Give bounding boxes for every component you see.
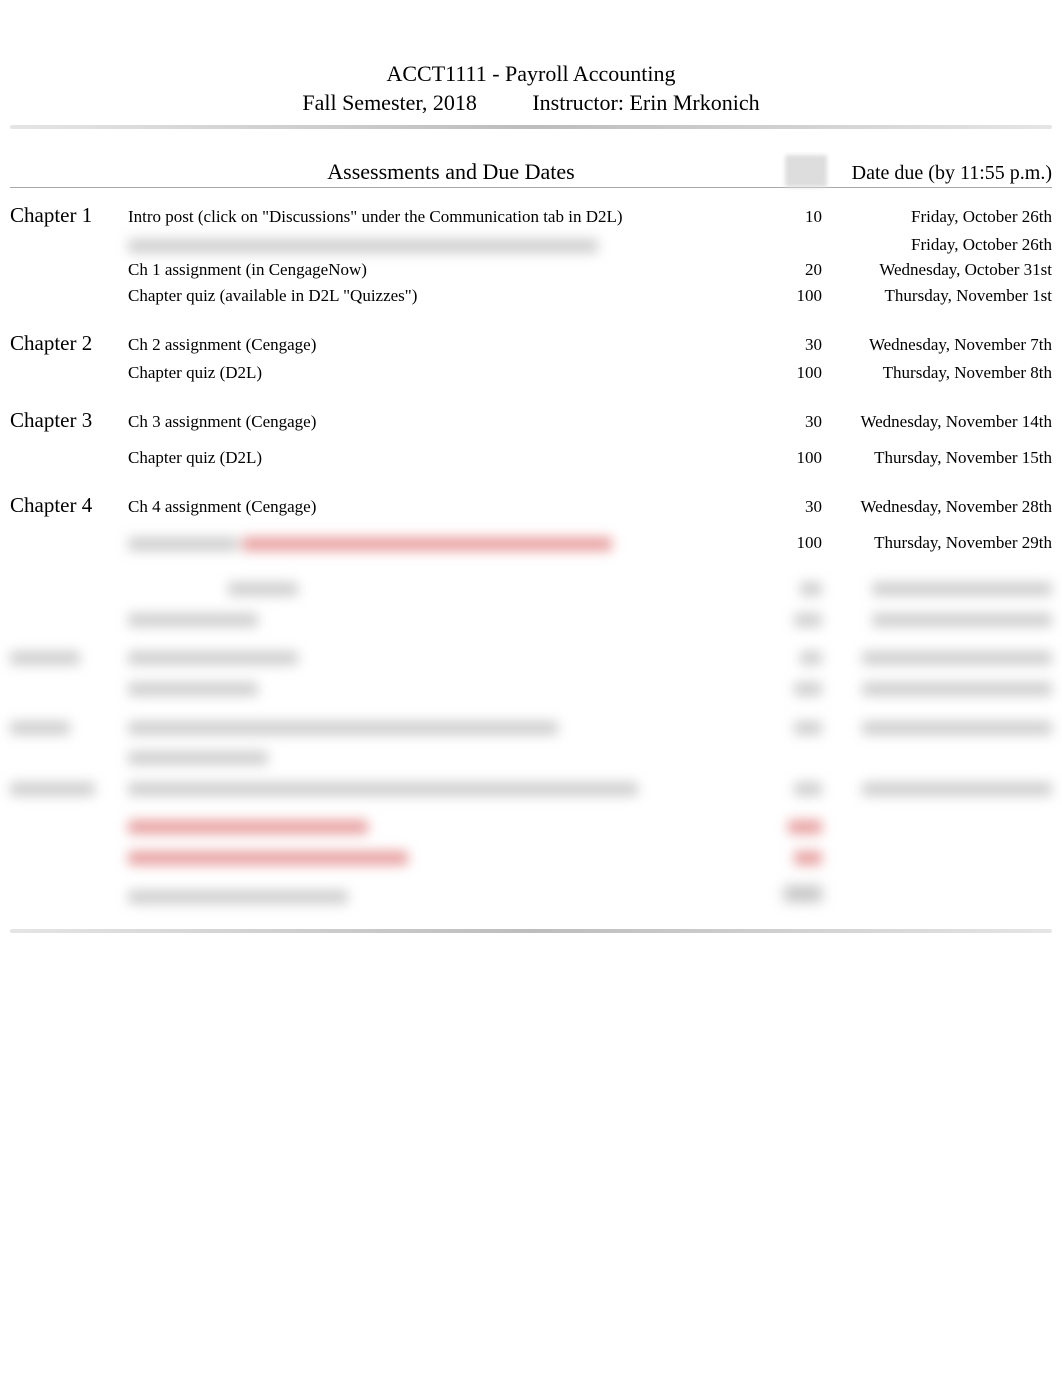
- due-date: Wednesday, October 31st: [832, 257, 1052, 283]
- assessment-desc: Ch 4 assignment (Cengage): [128, 494, 772, 520]
- due-date: Wednesday, November 7th: [832, 332, 1052, 358]
- assessment-desc: Ch 2 assignment (Cengage): [128, 332, 772, 358]
- due-date: Thursday, November 29th: [832, 530, 1052, 556]
- assessment-desc: Intro post (click on "Discussions" under…: [128, 204, 772, 230]
- table-row: Chapter 4 Ch 4 assignment (Cengage) 30 W…: [10, 488, 1052, 522]
- due-date: Thursday, November 1st: [832, 283, 1052, 309]
- due-date: Thursday, November 15th: [832, 445, 1052, 471]
- points-value: 10: [772, 204, 832, 230]
- divider-top: [10, 125, 1052, 129]
- due-date: Wednesday, November 14th: [832, 409, 1052, 435]
- assessment-desc: [128, 530, 772, 556]
- document-page: ACCT1111 - Payroll Accounting Fall Semes…: [0, 0, 1062, 933]
- due-date: Thursday, November 8th: [832, 360, 1052, 386]
- assessment-desc: Chapter quiz (D2L): [128, 445, 772, 471]
- points-value: 20: [772, 257, 832, 283]
- table-row: Chapter quiz (D2L) 100 Thursday, Novembe…: [10, 445, 1052, 471]
- chapter-label: Chapter 2: [10, 326, 128, 360]
- table-row: Chapter 1 Intro post (click on "Discussi…: [10, 198, 1052, 232]
- table-row: Ch 1 assignment (in CengageNow) 20 Wedne…: [10, 257, 1052, 283]
- points-value: 30: [772, 494, 832, 520]
- points-value: 100: [772, 283, 832, 309]
- course-header: ACCT1111 - Payroll Accounting Fall Semes…: [10, 60, 1052, 117]
- table-row: Friday, October 26th: [10, 232, 1052, 258]
- column-header-date: Date due (by 11:55 p.m.): [832, 162, 1052, 185]
- table-row: 100 Thursday, November 29th: [10, 530, 1052, 556]
- table-row: Chapter quiz (D2L) 100 Thursday, Novembe…: [10, 360, 1052, 386]
- schedule-rows: Chapter 1 Intro post (click on "Discussi…: [10, 198, 1052, 911]
- assessment-desc: [128, 232, 772, 258]
- column-header-row: Assessments and Due Dates Date due (by 1…: [10, 159, 1052, 188]
- points-value: 30: [772, 409, 832, 435]
- chapter-label: Chapter 1: [10, 198, 128, 232]
- chapter-label: Chapter 3: [10, 403, 128, 437]
- semester: Fall Semester, 2018: [302, 89, 477, 118]
- assessment-desc: Chapter quiz (D2L): [128, 360, 772, 386]
- table-row: Chapter quiz (available in D2L "Quizzes"…: [10, 283, 1052, 309]
- blurred-region: [10, 573, 1052, 911]
- points-value: 30: [772, 332, 832, 358]
- due-date: Friday, October 26th: [832, 232, 1052, 258]
- instructor: Instructor: Erin Mrkonich: [532, 89, 759, 118]
- points-value: 100: [772, 530, 832, 556]
- divider-bottom: [10, 929, 1052, 933]
- due-date: Wednesday, November 28th: [832, 494, 1052, 520]
- points-value: 100: [772, 360, 832, 386]
- table-row: Chapter 3 Ch 3 assignment (Cengage) 30 W…: [10, 403, 1052, 437]
- assessment-desc: Chapter quiz (available in D2L "Quizzes"…: [128, 283, 772, 309]
- table-row: Chapter 2 Ch 2 assignment (Cengage) 30 W…: [10, 326, 1052, 360]
- due-date: Friday, October 26th: [832, 204, 1052, 230]
- column-header-assessments: Assessments and Due Dates: [130, 159, 772, 185]
- assessment-desc: Ch 1 assignment (in CengageNow): [128, 257, 772, 283]
- points-value: 100: [772, 445, 832, 471]
- course-title: ACCT1111 - Payroll Accounting: [10, 60, 1052, 89]
- assessment-desc: Ch 3 assignment (Cengage): [128, 409, 772, 435]
- chapter-label: Chapter 4: [10, 488, 128, 522]
